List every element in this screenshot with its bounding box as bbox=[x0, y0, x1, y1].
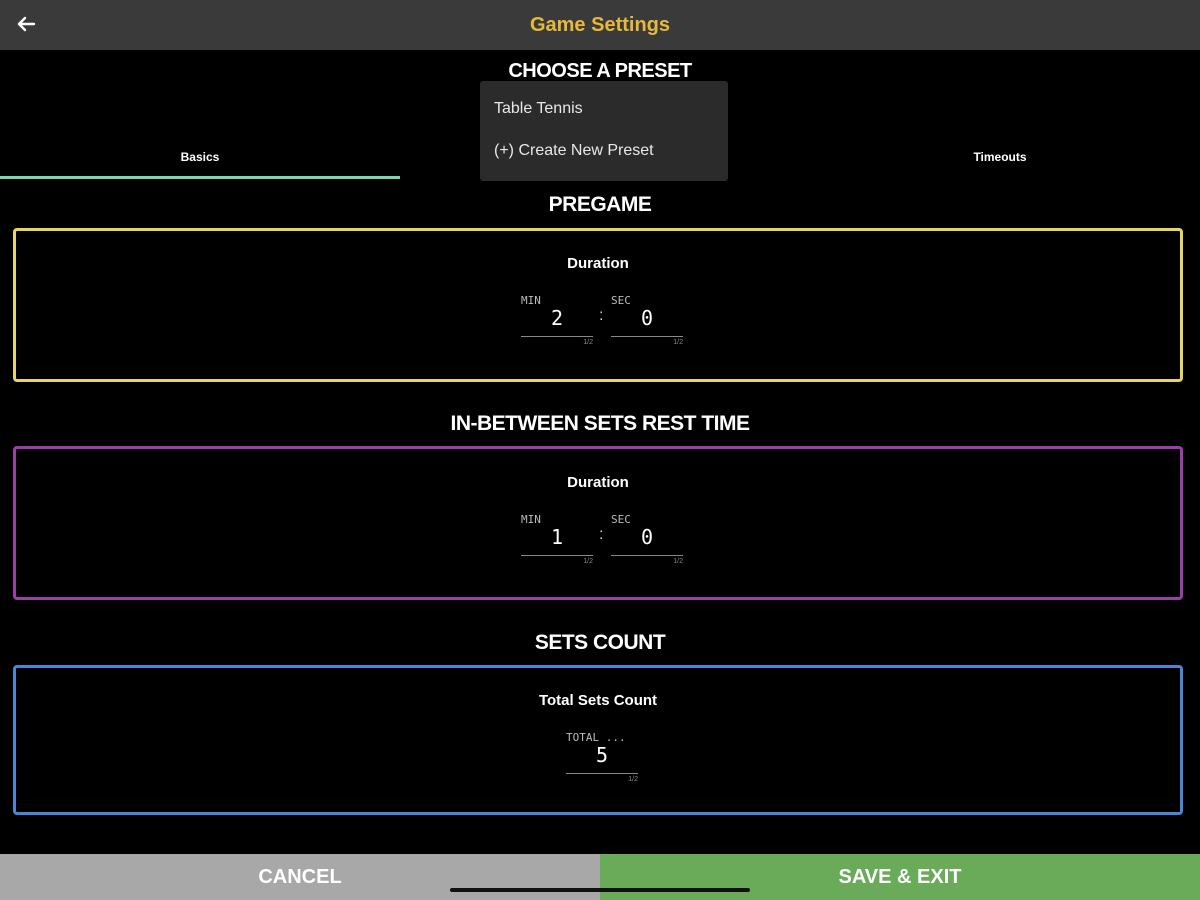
pregame-min-field[interactable]: MIN 2 1/2 bbox=[521, 294, 593, 346]
input-underline bbox=[611, 336, 683, 337]
input-underline bbox=[521, 336, 593, 337]
top-bar: Game Settings bbox=[0, 0, 1200, 50]
page-title: Game Settings bbox=[529, 14, 671, 36]
time-separator: : bbox=[599, 307, 604, 324]
input-underline bbox=[611, 555, 683, 556]
char-counter: 1/2 bbox=[583, 558, 593, 565]
char-counter: 1/2 bbox=[673, 339, 683, 346]
char-counter: 1/2 bbox=[628, 776, 638, 783]
preset-dropdown-menu: Table Tennis (+) Create New Preset bbox=[480, 81, 728, 181]
sets-panel: Total Sets Count TOTAL ... 5 1/2 bbox=[13, 665, 1183, 815]
input-underline bbox=[566, 773, 638, 774]
pregame-min-input[interactable]: 2 bbox=[521, 306, 593, 330]
save-exit-button[interactable]: SAVE & EXIT bbox=[600, 854, 1200, 900]
rest-section-title: IN-BETWEEN SETS REST TIME bbox=[450, 412, 750, 435]
char-counter: 1/2 bbox=[673, 558, 683, 565]
rest-duration-label: Duration bbox=[567, 474, 629, 491]
rest-min-field[interactable]: MIN 1 1/2 bbox=[521, 513, 593, 565]
pregame-duration-label: Duration bbox=[567, 255, 629, 272]
home-indicator bbox=[450, 888, 750, 892]
preset-option-table-tennis[interactable]: Table Tennis bbox=[494, 100, 724, 118]
char-counter: 1/2 bbox=[583, 339, 593, 346]
preset-heading: CHOOSE A PRESET bbox=[508, 60, 692, 82]
tab-timeouts[interactable]: Timeouts bbox=[800, 140, 1200, 176]
tab-basics[interactable]: Basics bbox=[0, 140, 400, 179]
total-sets-field[interactable]: TOTAL ... 5 1/2 bbox=[566, 731, 638, 783]
pregame-panel: Duration MIN 2 1/2 : SEC 0 1/2 bbox=[13, 228, 1183, 382]
pregame-sec-field[interactable]: SEC 0 1/2 bbox=[611, 294, 683, 346]
sets-section-title: SETS COUNT bbox=[534, 631, 666, 654]
input-underline bbox=[521, 555, 593, 556]
total-sets-input[interactable]: 5 bbox=[566, 743, 638, 767]
rest-panel: Duration MIN 1 1/2 : SEC 0 1/2 bbox=[13, 446, 1183, 600]
rest-min-input[interactable]: 1 bbox=[521, 525, 593, 549]
pregame-sec-input[interactable]: 0 bbox=[611, 306, 683, 330]
pregame-section-title: PREGAME bbox=[548, 193, 652, 216]
preset-option-create-new[interactable]: (+) Create New Preset bbox=[494, 142, 724, 160]
rest-sec-field[interactable]: SEC 0 1/2 bbox=[611, 513, 683, 565]
time-separator: : bbox=[599, 526, 604, 543]
rest-sec-input[interactable]: 0 bbox=[611, 525, 683, 549]
total-sets-label: Total Sets Count bbox=[538, 692, 658, 709]
cancel-button[interactable]: CANCEL bbox=[0, 854, 600, 900]
